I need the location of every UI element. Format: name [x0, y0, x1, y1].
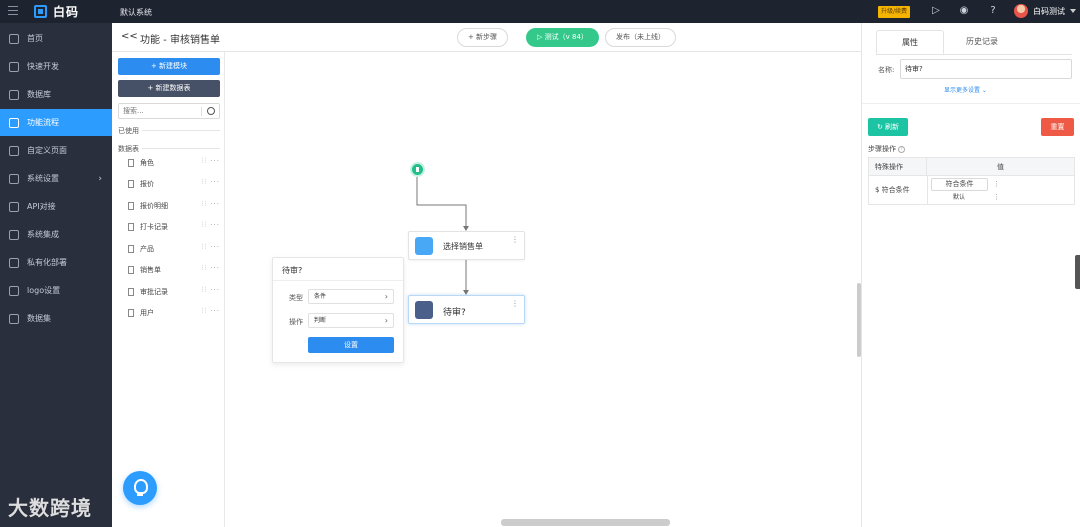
condition-icon — [415, 301, 433, 319]
chevron-right-icon: › — [384, 316, 388, 325]
name-input[interactable]: 待审? — [900, 59, 1072, 79]
tab-properties[interactable]: 属性 — [876, 30, 944, 54]
divider — [862, 103, 1080, 104]
operation-label: 操作 — [289, 318, 303, 326]
flow-node-pending-review[interactable]: 待审? ⋮ — [408, 295, 525, 324]
type-label: 类型 — [289, 294, 303, 302]
chevron-right-icon: › — [384, 292, 388, 301]
more-icon[interactable]: ⋮ — [993, 193, 1000, 201]
node-popup: 待审? 类型 条件 › 操作 判断 › 设置 — [272, 257, 404, 363]
name-label: 名称: — [878, 66, 895, 74]
flow-node-select-sales-order[interactable]: 选择销售单 ⋮ — [408, 231, 525, 260]
lightbulb-icon[interactable] — [123, 471, 157, 505]
cube-icon — [415, 237, 433, 255]
settings-button[interactable]: 设置 — [308, 337, 394, 353]
condition-chip[interactable]: 符合条件 — [931, 178, 988, 191]
more-icon[interactable]: ⋮ — [511, 299, 519, 308]
flow-start-node[interactable] — [410, 162, 425, 177]
default-label: 默认 — [953, 194, 966, 201]
refresh-icon: ↻ — [876, 123, 886, 131]
divider — [273, 280, 403, 281]
reset-button[interactable]: 重置 — [1041, 118, 1074, 136]
refresh-label: 刷新 — [885, 123, 900, 131]
help-icon[interactable]: ? — [898, 145, 905, 153]
tab-underline — [876, 54, 1072, 55]
properties-panel: 属性 历史记录 名称: 待审? 显示更多设置 ⌄ ↻ 刷新 重置 步骤操作? 特… — [861, 23, 1080, 527]
node-label: 待审? — [443, 308, 466, 318]
side-drawer-handle[interactable] — [1075, 255, 1080, 289]
divider — [927, 176, 928, 204]
refresh-button[interactable]: ↻ 刷新 — [868, 118, 908, 136]
step-operations-label: 步骤操作 — [868, 145, 896, 153]
node-label: 选择销售单 — [443, 242, 483, 251]
table-header-value: 值 — [927, 158, 1074, 176]
step-operations-heading: 步骤操作? — [868, 144, 905, 154]
show-more-settings-link[interactable]: 显示更多设置 ⌄ — [944, 85, 987, 94]
table-row-label: $ 符合条件 — [875, 186, 910, 194]
show-more-settings-label: 显示更多设置 — [944, 87, 981, 94]
more-icon[interactable]: ⋮ — [993, 180, 1000, 188]
operations-table: 特殊操作 值 $ 符合条件 符合条件 ⋮ 默认 ⋮ — [868, 157, 1075, 205]
tab-history[interactable]: 历史记录 — [950, 30, 1014, 54]
type-value: 条件 — [314, 293, 327, 300]
watermark: 大数跨境 — [8, 496, 92, 520]
operation-select[interactable]: 判断 › — [308, 313, 394, 328]
operation-value: 判断 — [314, 317, 327, 324]
horizontal-scrollbar[interactable] — [501, 519, 670, 526]
more-icon[interactable]: ⋮ — [511, 235, 519, 244]
type-select[interactable]: 条件 › — [308, 289, 394, 304]
popup-title: 待审? — [282, 266, 303, 275]
table-header-special-op: 特殊操作 — [869, 158, 927, 176]
